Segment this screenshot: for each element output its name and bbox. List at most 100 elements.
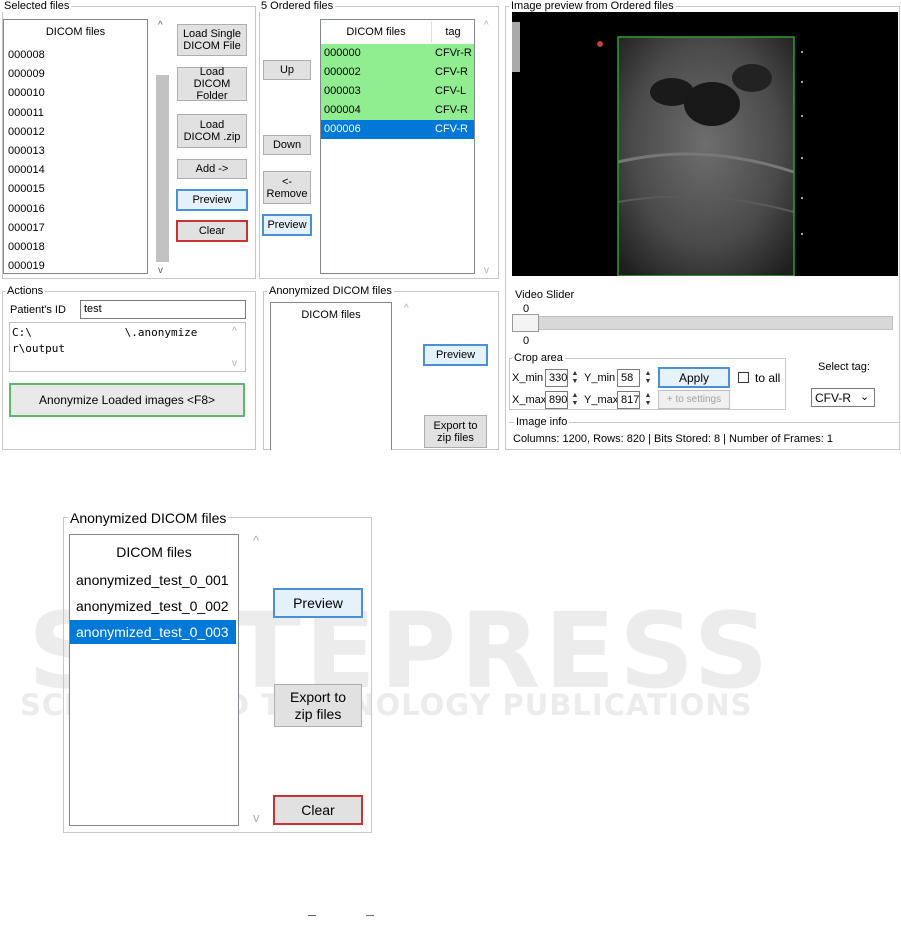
actions-title: Actions [5,285,46,297]
selected-files-scroll-thumb[interactable] [156,75,169,262]
ordered-scroll-down-icon[interactable]: v [484,266,489,276]
anonymized-zoom-preview-button[interactable]: Preview [273,588,363,618]
selected-files-title: Selected files [2,0,72,12]
image-info-text: Columns: 1200, Rows: 820 | Bits Stored: … [513,433,833,445]
to-all-label: to all [755,371,781,385]
load-single-dicom-button[interactable]: Load Single DICOM File [177,24,247,56]
anonymized-top-preview-button[interactable]: Preview [423,344,488,366]
ordered-file-row[interactable]: 000006 CFV-R [321,120,474,139]
ordered-files-header-tag: tag [445,26,461,38]
ultrasound-image[interactable] [512,12,898,276]
to-settings-button[interactable]: + to settings [658,390,730,409]
select-tag-value: CFV-R [815,391,851,405]
selected-file-item[interactable]: 000014 [8,164,45,176]
crop-area-title: Crop area [512,352,565,364]
selected-file-item[interactable]: 000009 [8,68,45,80]
textarea-scroll-up-icon[interactable]: ^ [232,327,237,337]
image-info-title: Image info [514,416,570,428]
patient-id-label: Patient's ID [10,304,66,316]
y-min-spinner-icon[interactable]: ▲ ▼ [642,370,654,386]
ordered-file-row[interactable]: 000003 CFV-L [321,82,474,101]
output-path-line2: r\output [12,342,65,355]
ordered-file-tag: CFV-L [435,85,467,97]
selected-file-item[interactable]: 000015 [8,183,45,195]
x-max-input[interactable]: 890 [545,391,568,409]
selected-file-item[interactable]: 000017 [8,222,45,234]
load-dicom-zip-button[interactable]: Load DICOM .zip [177,114,247,148]
ordered-file-name: 000000 [324,47,361,59]
ordered-file-row[interactable]: 000002 CFV-R [321,63,474,82]
output-path-line1: C:\ \.anonymize [12,326,198,339]
video-slider-label: Video Slider [515,289,575,301]
anonymized-zoom-title: Anonymized DICOM files [68,510,229,526]
ordered-file-tag: CFV-R [435,66,468,78]
anonymized-zoom-scroll-down-icon[interactable]: v [253,811,260,824]
anonymized-zoom-clear-button[interactable]: Clear [273,795,363,825]
ultrasound-image-canvas [512,22,803,276]
x-max-spinner-icon[interactable]: ▲ ▼ [569,392,581,408]
anonymized-file-item[interactable]: anonymized_test_0_001 [70,568,236,592]
selected-file-item[interactable]: 000010 [8,87,45,99]
up-button[interactable]: Up [263,60,311,80]
ordered-scroll-up-icon[interactable]: ^ [484,21,489,31]
x-min-spinner-icon[interactable]: ▲ ▼ [569,370,581,386]
x-min-label: X_min [512,372,544,384]
scroll-down-icon[interactable]: v [158,266,163,276]
down-button[interactable]: Down [263,135,311,155]
ordered-file-row[interactable]: 000000 CFVr-R [321,44,474,63]
selected-file-item[interactable]: 000008 [8,49,45,61]
ordered-files-title: 5 Ordered files [259,0,336,12]
remove-button[interactable]: <- Remove [263,171,311,204]
anonymized-file-item[interactable]: anonymized_test_0_003 [70,620,236,644]
selected-clear-button[interactable]: Clear [176,220,248,242]
selected-file-item[interactable]: 000016 [8,203,45,215]
anonymized-top-title: Anonymized DICOM files [267,285,394,297]
ordered-file-name: 000004 [324,104,361,116]
chevron-down-icon: ⌄ [860,391,870,403]
video-slider-value-bottom: 0 [523,335,530,347]
y-max-input[interactable]: 817 [617,391,640,409]
to-all-checkbox[interactable] [738,372,749,383]
load-dicom-folder-button[interactable]: Load DICOM Folder [177,66,247,102]
selected-file-item[interactable]: 000012 [8,126,45,138]
anonymized-top-scroll-up-icon[interactable]: ^ [404,304,409,314]
ordered-files-header-files: DICOM files [346,26,406,38]
y-max-label: Y_max [584,394,619,406]
selected-file-item[interactable]: 000013 [8,145,45,157]
anonymized-zoom-list-header: DICOM files [116,544,192,560]
anonymize-loaded-images-button[interactable]: Anonymize Loaded images <F8> [9,383,245,417]
selected-file-item[interactable]: 000018 [8,241,45,253]
ordered-file-tag: CFVr-R [435,47,472,59]
selected-file-item[interactable]: 000019 [8,260,45,272]
anonymized-top-list-header: DICOM files [301,309,361,321]
selected-preview-button[interactable]: Preview [176,189,248,211]
anonymized-file-item[interactable]: anonymized_test_0_002 [70,594,236,618]
y-min-input[interactable]: 58 [617,369,640,387]
video-slider[interactable] [512,316,893,330]
anonymized-zoom-export-button[interactable]: Export to zip files [274,684,362,727]
ordered-file-tag: CFV-R [435,104,468,116]
add-button[interactable]: Add -> [177,159,247,179]
selected-file-item[interactable]: 000011 [8,107,44,119]
ordered-file-row[interactable]: 000004 CFV-R [321,101,474,120]
patient-id-input[interactable]: test [80,300,246,319]
bottom-mark-right [366,915,374,916]
selected-files-header: DICOM files [45,26,106,38]
scroll-up-icon[interactable]: ^ [158,21,163,31]
ordered-file-name: 000002 [324,66,361,78]
y-min-label: Y_min [584,372,616,384]
video-slider-thumb[interactable] [512,314,539,332]
x-min-input[interactable]: 330 [545,369,568,387]
select-tag-label: Select tag: [818,361,870,373]
anonymized-top-export-button[interactable]: Export to zip files [424,415,487,448]
anonymized-zoom-scroll-up-icon[interactable]: ^ [253,534,259,547]
output-path-textarea[interactable]: C:\ \.anonymize r\output ^ v [9,322,246,372]
ordered-file-name: 000006 [324,123,361,135]
select-tag-dropdown[interactable]: CFV-R ⌄ [811,388,875,407]
y-max-spinner-icon[interactable]: ▲ ▼ [642,392,654,408]
ordered-preview-button[interactable]: Preview [262,214,312,236]
x-max-label: X_max [512,394,547,406]
textarea-scroll-down-icon[interactable]: v [232,359,237,369]
anonymized-top-list[interactable]: DICOM files [270,302,392,450]
apply-button[interactable]: Apply [658,367,730,388]
